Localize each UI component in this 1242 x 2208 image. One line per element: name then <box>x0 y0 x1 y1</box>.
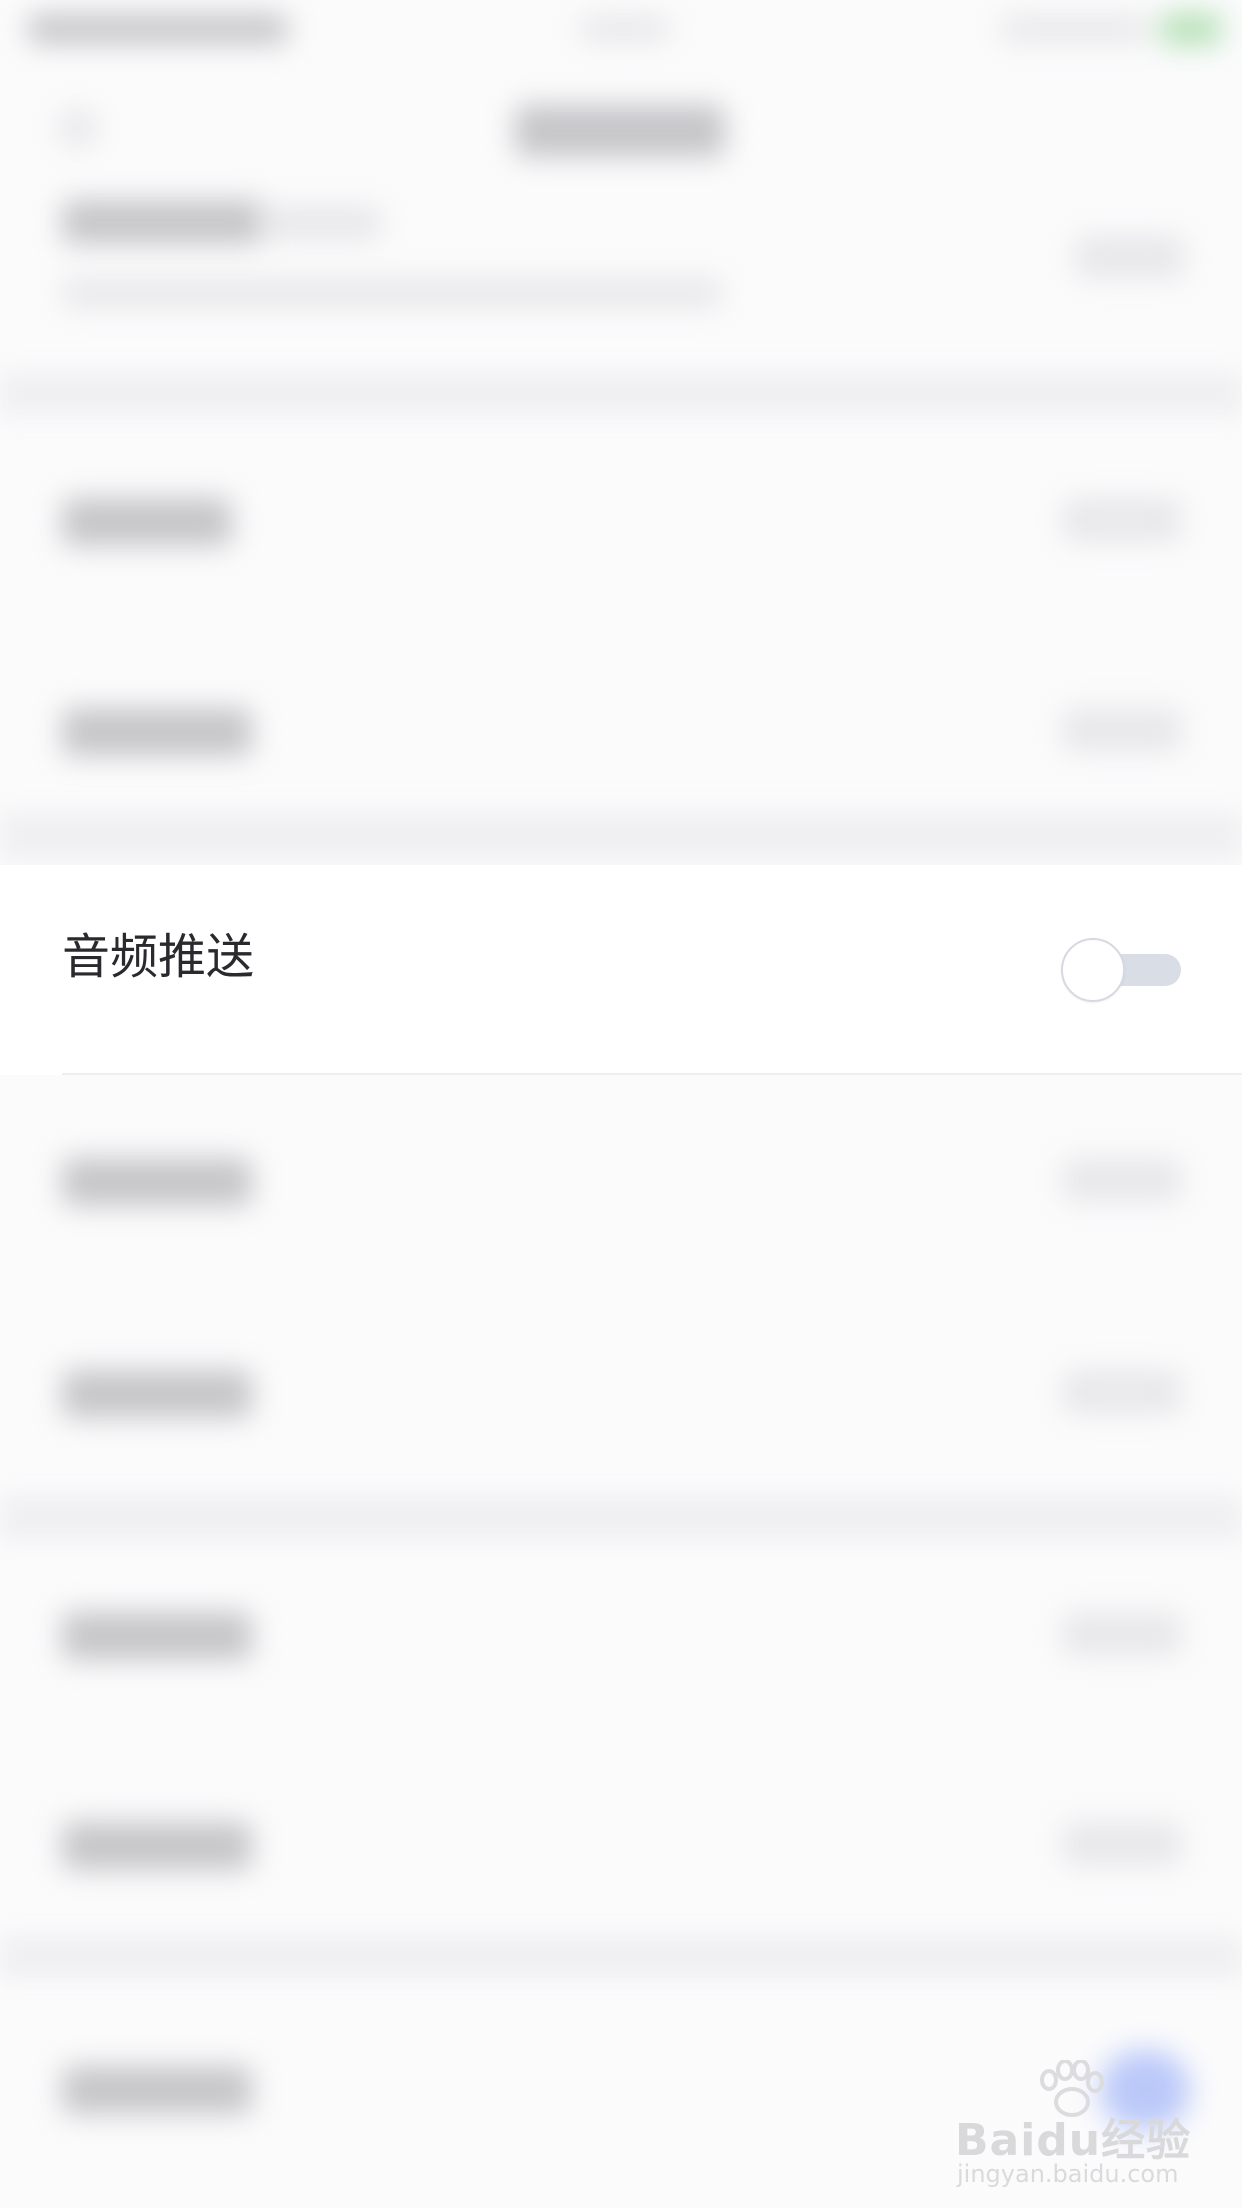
status-bar-carrier <box>28 14 288 44</box>
settings-item-label <box>62 498 232 546</box>
settings-item-title <box>62 200 262 244</box>
page-title <box>515 105 725 157</box>
row-divider <box>62 1073 1242 1075</box>
audio-push-toggle[interactable] <box>1061 938 1183 1002</box>
audio-push-label: 音频推送 <box>62 929 255 985</box>
settings-item-description <box>62 278 722 308</box>
settings-item-label <box>62 1158 252 1206</box>
settings-item-audio-push[interactable]: 音频推送 <box>0 865 1242 1075</box>
status-bar-time <box>580 16 670 42</box>
settings-item-label <box>62 1822 252 1870</box>
settings-item-toggle[interactable] <box>1062 1612 1182 1656</box>
watermark-brand: Baidu经验 <box>955 2115 1192 2166</box>
settings-item-toggle[interactable] <box>1062 1822 1182 1866</box>
settings-screen: 音频推送 Baidu经验 jingyan.baidu.com <box>0 0 1242 2208</box>
settings-item-label <box>62 1370 252 1418</box>
section-divider <box>0 1495 1242 1541</box>
battery-icon <box>1160 12 1222 46</box>
settings-item-toggle[interactable] <box>1062 1158 1182 1202</box>
settings-item-toggle[interactable] <box>1062 708 1182 752</box>
settings-item-toggle[interactable] <box>1075 235 1185 279</box>
toggle-knob <box>1061 938 1125 1002</box>
settings-item-label <box>62 708 252 756</box>
settings-item-label <box>62 1612 252 1660</box>
settings-item-toggle[interactable] <box>1062 498 1182 542</box>
section-divider <box>0 812 1242 860</box>
baidu-watermark: Baidu经验 jingyan.baidu.com <box>945 2060 1195 2190</box>
settings-item-title-suffix <box>262 206 382 240</box>
status-bar-indicators <box>1000 16 1150 42</box>
settings-item-label <box>62 2066 252 2114</box>
section-divider <box>0 372 1242 416</box>
settings-item-toggle[interactable] <box>1062 1370 1182 1414</box>
watermark-url: jingyan.baidu.com <box>957 2160 1179 2188</box>
back-icon[interactable] <box>60 110 96 146</box>
section-divider <box>0 1935 1242 1979</box>
